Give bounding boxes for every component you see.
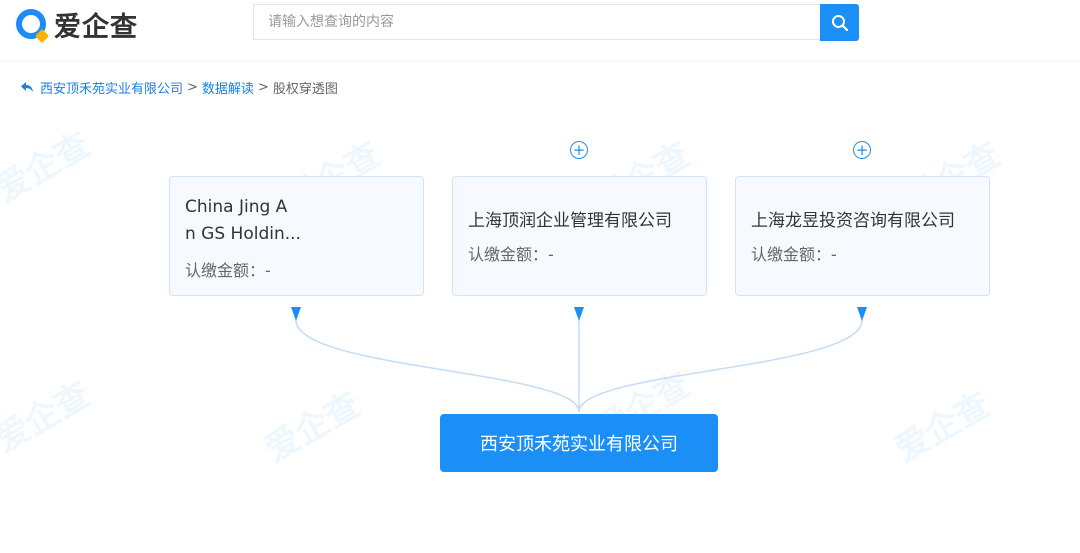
connector-line-3 [578,319,863,413]
shareholder-card-1[interactable]: China Jing A n GS Holdin... 认缴金额：- [169,176,424,296]
connector-line-1 [295,319,580,413]
target-company-node[interactable]: 西安顶禾苑实业有限公司 [440,414,718,472]
arrow-down-icon [291,307,301,321]
shareholder-name: 上海顶润企业管理有限公司 [468,211,672,231]
expand-button-shareholder-2[interactable]: + [570,141,588,159]
subscribed-amount: 认缴金额：- [185,261,271,280]
expand-button-shareholder-3[interactable]: + [853,141,871,159]
arrow-down-icon [574,307,584,321]
subscribed-amount: 认缴金额：- [468,245,554,264]
shareholder-card-2[interactable]: 上海顶润企业管理有限公司 认缴金额：- [452,176,707,296]
shareholder-name: 上海龙昱投资咨询有限公司 [751,211,955,231]
subscribed-amount: 认缴金额：- [751,245,837,264]
shareholder-name: China Jing A [185,197,288,217]
arrow-down-icon [857,307,867,321]
shareholder-name-line2: n GS Holdin... [185,224,301,244]
shareholder-card-3[interactable]: 上海龙昱投资咨询有限公司 认缴金额：- [735,176,990,296]
